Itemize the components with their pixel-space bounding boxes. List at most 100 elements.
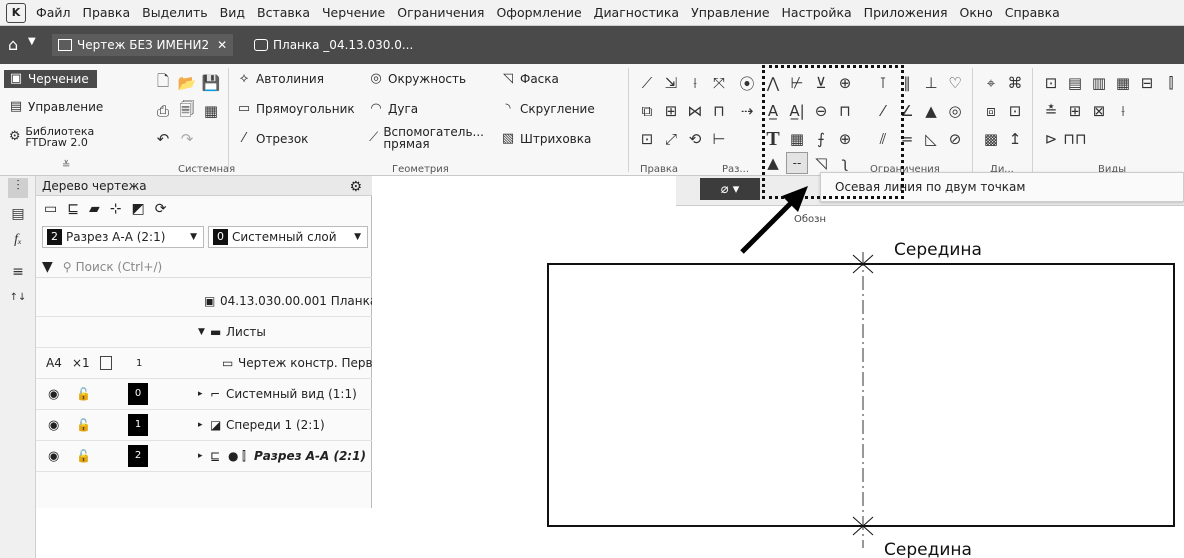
hatch-button[interactable]: ▧ Штриховка (500, 132, 592, 147)
layer-selector[interactable]: 0 Системный слой ▼ (208, 226, 368, 248)
layers-tab-icon[interactable]: ≡ (8, 264, 28, 284)
mirror-icon[interactable]: ⋈ (684, 100, 706, 122)
chamfer-button[interactable]: ◹ Фаска (500, 72, 559, 87)
arrow-view-icon[interactable]: ⇢ (736, 100, 758, 122)
menu-diagnostics[interactable]: Диагностика (588, 5, 685, 20)
symmetric-icon[interactable]: ▲ (920, 100, 942, 122)
tree-row-sheet[interactable]: А4 ×1 1 ▭ Чертеж констр. Перв (36, 348, 373, 379)
unlock-icon[interactable]: 🔓 (76, 449, 91, 463)
menu-settings[interactable]: Настройка (776, 5, 858, 20)
new-document-icon[interactable]: 🗋 (152, 72, 174, 94)
tangent-icon[interactable]: ♡ (944, 72, 966, 94)
eye-icon[interactable]: ◉ (48, 418, 59, 433)
ribbon-control-button[interactable]: ▤ Управление (8, 100, 103, 115)
refresh-icon[interactable]: ⟳ (155, 201, 167, 217)
length-icon[interactable]: ↥ (1004, 128, 1026, 150)
sheet-checkbox[interactable] (100, 356, 112, 370)
chevron-right-icon[interactable]: ▸ (198, 451, 203, 461)
copy-icon[interactable]: ⧉ (636, 100, 658, 122)
order-tab-icon[interactable]: ↑↓ (8, 292, 28, 312)
array-icon[interactable]: ⊡ (636, 128, 658, 150)
home-icon[interactable]: ⌂ (8, 35, 18, 54)
view-arrow-icon[interactable]: ⊞ (1064, 100, 1086, 122)
view-select-icon[interactable]: ⊳ (1040, 128, 1062, 150)
view-selector[interactable]: 2 Разрез А-А (2:1) ▼ (42, 226, 204, 248)
aux-line-button[interactable]: ⟋ Вспомогатель... прямая (368, 126, 490, 150)
trim-icon[interactable]: ⟋ (636, 72, 658, 94)
preview-icon[interactable]: 🗐 (176, 100, 198, 122)
tab-drawing-unnamed[interactable]: Чертеж БЕЗ ИМЕНИ2 ✕ (52, 34, 234, 56)
view-sheet-icon[interactable]: ▭ (44, 201, 57, 217)
gear-icon[interactable]: ⚙ (349, 177, 362, 197)
menu-apps[interactable]: Приложения (858, 5, 954, 20)
arc-button[interactable]: ◠ Дуга (368, 102, 418, 117)
close-icon[interactable]: ✕ (217, 38, 227, 52)
open-folder-icon[interactable]: 📂 (176, 72, 198, 94)
tree-row-view-1[interactable]: ◉ 🔓 1 ▸ ◪ Спереди 1 (2:1) (36, 410, 372, 441)
triangle-icon[interactable]: ◺ (920, 128, 942, 150)
menu-window[interactable]: Окно (954, 5, 999, 20)
rotate-icon[interactable]: ⟲ (684, 128, 706, 150)
line-style-icon[interactable]: ▰ (89, 201, 100, 217)
extend-icon[interactable]: ⇲ (660, 72, 682, 94)
redo-icon[interactable]: ↷ (176, 128, 198, 150)
ribbon-expand-icon[interactable]: ≚ (62, 160, 70, 171)
measure-icon[interactable]: ⧈ (980, 100, 1002, 122)
view-more-icon[interactable]: ⫿ (1160, 72, 1182, 94)
tree-row-document[interactable]: ▣ 04.13.030.00.001 Планка (36, 286, 377, 317)
menu-insert[interactable]: Вставка (251, 5, 316, 20)
view-detail-icon[interactable]: ⊠ (1088, 100, 1110, 122)
view-break-icon[interactable]: ⟊ (1112, 100, 1134, 122)
search-input[interactable]: Поиск (Ctrl+/) (76, 260, 163, 274)
tab-planka[interactable]: Планка _04.13.030.0... (248, 34, 419, 56)
menu-control[interactable]: Управление (685, 5, 775, 20)
view-tree-icon[interactable]: ⊑ (67, 201, 79, 217)
perpendicular-icon[interactable]: ⊥ (920, 72, 942, 94)
chevron-right-icon[interactable]: ▸ (198, 389, 203, 399)
chevron-down-icon[interactable]: ▼ (28, 36, 36, 47)
info-icon[interactable]: ⊡ (1004, 100, 1026, 122)
tree-tab-icon[interactable]: ⫶ (8, 178, 28, 198)
view-standard-icon[interactable]: ⊡ (1040, 72, 1062, 94)
variables-tab-icon[interactable]: fₓ (8, 232, 28, 252)
hierarchy-icon[interactable]: ⊹ (110, 201, 122, 217)
menu-format[interactable]: Оформление (490, 5, 587, 20)
chevron-down-icon[interactable]: ▼ (198, 327, 205, 337)
save-icon[interactable]: 💾 (200, 72, 222, 94)
segment-button[interactable]: ⁄ Отрезок (236, 132, 309, 147)
menu-select[interactable]: Выделить (136, 5, 214, 20)
properties-tab-icon[interactable]: ▤ (8, 206, 28, 226)
break-icon[interactable]: ⟊ (684, 72, 706, 94)
check-icon[interactable]: ⌘ (1004, 72, 1026, 94)
scale-icon[interactable]: ⤢ (660, 128, 682, 150)
print-icon[interactable]: ⎙ (152, 100, 174, 122)
unlock-icon[interactable]: 🔓 (76, 418, 91, 432)
diag-icon[interactable]: ⌖ (980, 72, 1002, 94)
stretch-icon[interactable]: ⤧ (708, 72, 730, 94)
area-icon[interactable]: ▩ (980, 128, 1002, 150)
eye-icon[interactable]: ◉ (48, 449, 59, 464)
undo-icon[interactable]: ↶ (152, 128, 174, 150)
view-aux-icon[interactable]: ▥ (1088, 72, 1110, 94)
no-constraint-icon[interactable]: ⊘ (944, 128, 966, 150)
ribbon-drawing-button[interactable]: ▣ Черчение (4, 70, 97, 88)
menu-view[interactable]: Вид (214, 5, 251, 20)
menu-edit[interactable]: Правка (77, 5, 137, 20)
save-as-icon[interactable]: ▦ (200, 100, 222, 122)
chevron-right-icon[interactable]: ▸ (198, 420, 203, 430)
view-projection-icon[interactable]: ▤ (1064, 72, 1086, 94)
menu-constraints[interactable]: Ограничения (391, 5, 490, 20)
view-layout-icon[interactable]: ≛ (1040, 100, 1062, 122)
circle-button[interactable]: ◎ Окружность (368, 72, 466, 87)
menu-help[interactable]: Справка (999, 5, 1066, 20)
view-cut-icon[interactable]: ⊟ (1136, 72, 1158, 94)
tree-row-view-2[interactable]: ◉ 🔓 2 ▸ ⊑ ● ⫿ Разрез А-А (2:1) (36, 441, 372, 472)
image-icon[interactable]: ◩ (131, 201, 144, 217)
view-pair-icon[interactable]: ⊓⊓ (1063, 128, 1086, 150)
autoline-button[interactable]: ⟡ Автолиния (236, 72, 324, 87)
filter-icon[interactable]: ▼ (42, 259, 53, 275)
eye-icon[interactable]: ◉ (48, 387, 59, 402)
move-icon[interactable]: ⊞ (660, 100, 682, 122)
concentric-icon[interactable]: ◎ (944, 100, 966, 122)
ribbon-library-button[interactable]: ⚙ Библиотека FTDraw 2.0 (8, 126, 138, 148)
